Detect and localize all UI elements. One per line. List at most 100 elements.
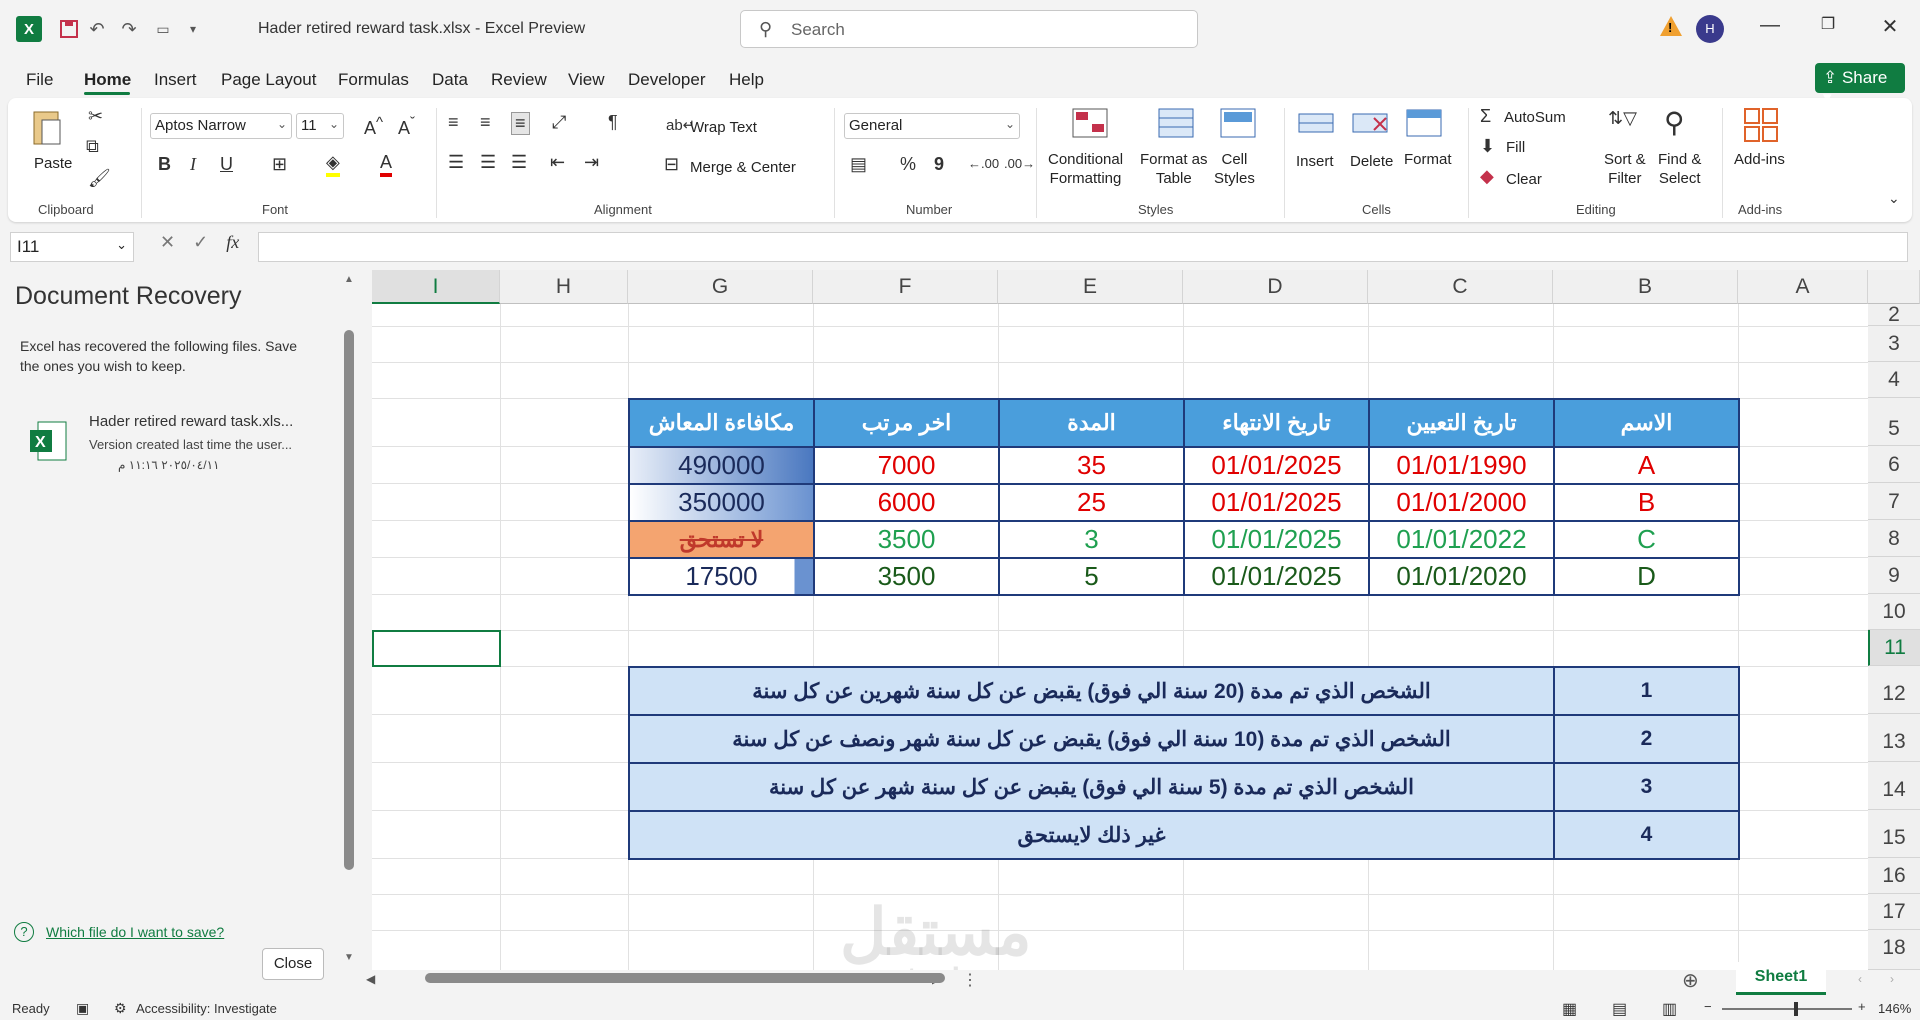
row-header[interactable]: 3 [1868, 326, 1920, 362]
underline-icon[interactable]: U [220, 154, 233, 175]
recovery-close-button[interactable]: Close [262, 948, 324, 980]
recovered-file-name[interactable]: Hader retired reward task.xls... [89, 413, 293, 430]
zoom-slider-thumb[interactable] [1794, 1002, 1798, 1016]
customize-dropdown-icon[interactable]: ▾ [180, 16, 206, 42]
header-last-salary[interactable]: اخر مرتب [813, 398, 1000, 448]
font-name-select[interactable]: Aptos Narrow ⌄ [150, 113, 292, 139]
paste-button[interactable]: Paste [34, 154, 72, 173]
italic-icon[interactable]: I [190, 154, 196, 175]
row-header[interactable]: 7 [1868, 483, 1920, 520]
merge-center-button[interactable]: Merge & Center [690, 158, 796, 177]
select-all-corner[interactable] [1868, 270, 1920, 304]
tab-page-layout[interactable]: Page Layout [221, 70, 316, 90]
hire-date-cell[interactable]: 01/01/2022 [1368, 520, 1555, 559]
row-header[interactable]: 2 [1868, 304, 1920, 326]
align-bottom-icon[interactable]: ≡ [511, 112, 530, 135]
collapse-ribbon-icon[interactable]: ⌄ [1888, 190, 1900, 207]
add-ins-button[interactable]: Add-ins [1734, 150, 1785, 169]
duration-cell[interactable]: 3 [998, 520, 1185, 559]
tab-view[interactable]: View [568, 70, 605, 90]
cell-styles-icon[interactable] [1220, 108, 1256, 145]
tab-review[interactable]: Review [491, 70, 547, 90]
sheet-tab-sheet1[interactable]: Sheet1 [1736, 962, 1826, 995]
column-header-c[interactable]: C [1368, 270, 1553, 304]
row-header[interactable]: 17 [1868, 894, 1920, 930]
format-as-table-icon[interactable] [1158, 108, 1194, 145]
name-cell[interactable]: B [1553, 483, 1740, 522]
row-header[interactable]: 5 [1868, 398, 1920, 446]
row-header[interactable]: 12 [1868, 666, 1920, 714]
number-format-select[interactable]: General ⌄ [844, 113, 1020, 139]
header-duration[interactable]: المدة [998, 398, 1185, 448]
cut-icon[interactable]: ✂ [88, 106, 103, 127]
warning-icon[interactable]: ! [1660, 16, 1682, 36]
redo-icon[interactable]: ↷ [116, 16, 142, 42]
align-center-icon[interactable]: ☰ [480, 152, 496, 173]
decrease-font-icon[interactable]: Aˇ [398, 114, 415, 139]
hire-date-cell[interactable]: 01/01/2020 [1368, 557, 1555, 596]
end-date-cell[interactable]: 01/01/2025 [1183, 483, 1370, 522]
tab-home[interactable]: Home [84, 70, 131, 90]
insert-function-icon[interactable]: fx [226, 232, 239, 252]
end-date-cell[interactable]: 01/01/2025 [1183, 520, 1370, 559]
note-number[interactable]: 1 [1553, 666, 1740, 716]
duration-cell[interactable]: 5 [998, 557, 1185, 596]
find-select-icon[interactable]: ⚲ [1664, 106, 1685, 139]
active-cell-i11[interactable] [372, 630, 501, 667]
tab-developer[interactable]: Developer [628, 70, 706, 90]
name-cell[interactable]: C [1553, 520, 1740, 559]
column-header-f[interactable]: F [813, 270, 998, 304]
share-button[interactable]: ⇪ Share ▾ [1815, 63, 1905, 107]
column-header-i[interactable]: I [372, 270, 500, 304]
horizontal-scroll-thumb[interactable] [425, 973, 945, 983]
conditional-formatting-icon[interactable] [1072, 108, 1108, 145]
pension-reward-cell[interactable]: لا تستحق [628, 520, 815, 559]
avatar[interactable]: H [1696, 15, 1724, 43]
align-right-icon[interactable]: ☰ [511, 152, 527, 173]
column-header-g[interactable]: G [628, 270, 813, 304]
format-cells-button[interactable]: Format [1404, 150, 1452, 169]
tab-file[interactable]: File [26, 70, 53, 90]
scrollbar-thumb[interactable] [344, 330, 354, 870]
row-header[interactable]: 8 [1868, 520, 1920, 557]
clear-button[interactable]: Clear [1506, 170, 1542, 189]
paste-icon[interactable] [30, 106, 66, 155]
tab-data[interactable]: Data [432, 70, 468, 90]
accounting-format-icon[interactable]: ▤ [850, 154, 867, 175]
last-salary-cell[interactable]: 3500 [813, 520, 1000, 559]
zoom-slider[interactable] [1722, 1002, 1852, 1016]
note-number[interactable]: 3 [1553, 762, 1740, 812]
increase-font-icon[interactable]: A^ [364, 114, 383, 139]
row-header[interactable]: 14 [1868, 762, 1920, 810]
page-break-view-icon[interactable]: ▥ [1662, 999, 1677, 1019]
add-ins-icon[interactable] [1744, 108, 1778, 147]
name-cell[interactable]: A [1553, 446, 1740, 485]
align-middle-icon[interactable]: ≡ [480, 112, 491, 133]
row-header[interactable]: 11 [1868, 630, 1920, 666]
note-text[interactable]: الشخص الذي تم مدة (20 سنة الي فوق) يقبض … [628, 666, 1555, 716]
column-header-e[interactable]: E [998, 270, 1183, 304]
text-direction-icon[interactable]: ¶ [608, 112, 618, 133]
accessibility-status[interactable]: Accessibility: Investigate [136, 1001, 277, 1016]
comma-style-icon[interactable]: 9 [934, 154, 944, 175]
row-header[interactable]: 4 [1868, 362, 1920, 398]
duration-cell[interactable]: 25 [998, 483, 1185, 522]
conditional-formatting-button[interactable]: Conditional Formatting [1048, 150, 1123, 188]
fill-button[interactable]: Fill [1506, 138, 1525, 157]
scroll-up-icon[interactable]: ▲ [344, 274, 354, 285]
delete-cells-button[interactable]: Delete [1350, 152, 1393, 171]
sort-filter-button[interactable]: Sort & Filter [1604, 150, 1646, 188]
font-size-select[interactable]: 11 ⌄ [296, 113, 344, 139]
accessibility-icon[interactable]: ⚙ [114, 1000, 127, 1017]
undo-icon[interactable]: ↶ [84, 16, 110, 42]
prev-sheet-icon[interactable]: ‹ [1858, 972, 1862, 986]
header-end-date[interactable]: تاريخ الانتهاء [1183, 398, 1370, 448]
last-salary-cell[interactable]: 7000 [813, 446, 1000, 485]
column-header-a[interactable]: A [1738, 270, 1868, 304]
note-text[interactable]: الشخص الذي تم مدة (5 سنة الي فوق) يقبض ع… [628, 762, 1555, 812]
next-sheet-icon[interactable]: › [1890, 972, 1894, 986]
duration-cell[interactable]: 35 [998, 446, 1185, 485]
decrease-indent-icon[interactable]: ⇤ [550, 152, 565, 173]
last-salary-cell[interactable]: 3500 [813, 557, 1000, 596]
clear-icon[interactable]: ◆ [1480, 166, 1494, 187]
